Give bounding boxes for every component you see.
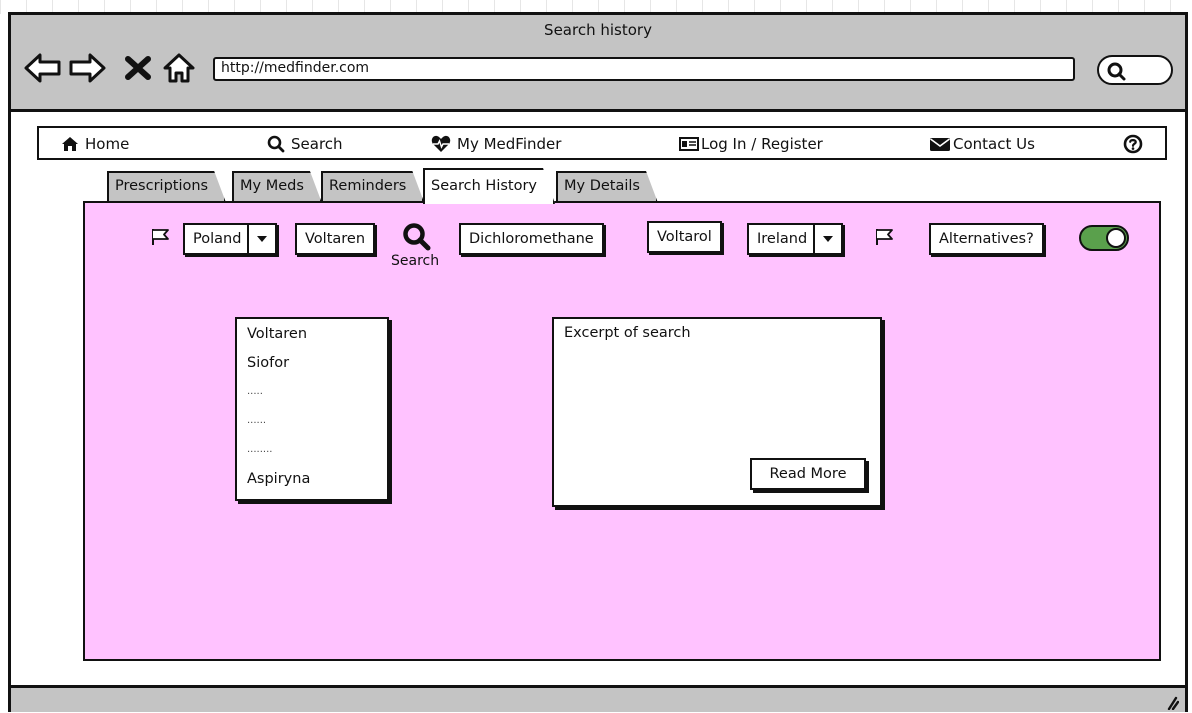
list-item[interactable]: Siofor — [247, 352, 377, 381]
browser-titlebar: Search history http://medfinder.com — [11, 15, 1185, 112]
alternatives-button[interactable]: Alternatives? — [929, 223, 1044, 255]
list-item[interactable]: Aspiryna — [247, 468, 377, 497]
from-drug-field[interactable]: Voltaren — [295, 223, 376, 255]
search-history-panel: Poland Voltaren Search Dichloromethane V… — [83, 201, 1161, 661]
nav-contact-us-label: Contact Us — [953, 135, 1035, 153]
stop-x-icon[interactable] — [123, 51, 153, 85]
flag-icon — [151, 228, 171, 246]
home-outline-icon[interactable] — [161, 51, 197, 85]
chevron-down-icon — [247, 225, 275, 253]
list-item[interactable]: ...... — [247, 410, 377, 439]
search-history-list: Voltaren Siofor ..... ...... ........ As… — [235, 317, 389, 501]
nav-my-medfinder[interactable]: My MedFinder — [431, 133, 561, 155]
search-excerpt-panel: Excerpt of search Read More — [552, 317, 882, 507]
tab-my-details[interactable]: My Details — [556, 171, 658, 203]
id-card-icon — [679, 137, 699, 151]
excerpt-text: Excerpt of search — [564, 325, 691, 341]
from-country-select[interactable]: Poland — [183, 223, 277, 255]
envelope-icon — [930, 138, 950, 151]
help-circle-icon — [1123, 134, 1143, 154]
search-button-label: Search — [391, 253, 440, 269]
heartbeat-icon — [431, 135, 451, 152]
nav-my-medfinder-label: My MedFinder — [457, 135, 562, 153]
home-icon — [62, 137, 78, 151]
tab-search-history[interactable]: Search History — [423, 168, 555, 204]
list-item[interactable]: ..... — [247, 381, 377, 410]
read-more-button[interactable]: Read More — [750, 458, 866, 490]
browser-window: Search history http://medfinder.com Home… — [8, 12, 1188, 712]
nav-login-register-label: Log In / Register — [701, 135, 823, 153]
active-ingredient-field[interactable]: Dichloromethane — [459, 223, 604, 255]
forward-arrow-icon[interactable] — [67, 51, 107, 85]
to-drug-field[interactable]: Voltarol — [647, 221, 722, 253]
to-country-value: Ireland — [757, 231, 808, 247]
nav-search-label: Search — [291, 135, 343, 153]
window-title: Search history — [544, 21, 652, 39]
nav-login-register[interactable]: Log In / Register — [679, 133, 823, 155]
browser-search-input[interactable] — [1097, 55, 1173, 85]
search-icon — [267, 135, 285, 153]
search-button[interactable]: Search — [391, 219, 451, 275]
from-country-value: Poland — [193, 231, 242, 247]
tab-my-meds[interactable]: My Meds — [232, 171, 322, 203]
resize-grip-icon[interactable] — [1163, 694, 1179, 710]
list-item[interactable]: ........ — [247, 439, 377, 468]
site-nav-bar: Home Search My MedFinder Log In / Regist… — [37, 126, 1167, 160]
toggle-knob — [1106, 228, 1126, 248]
to-country-select[interactable]: Ireland — [747, 223, 843, 255]
nav-search[interactable]: Search — [267, 133, 343, 155]
url-input[interactable]: http://medfinder.com — [213, 57, 1075, 81]
chevron-down-icon — [813, 225, 841, 253]
nav-contact-us[interactable]: Contact Us — [929, 133, 1035, 155]
flag-icon — [875, 228, 895, 246]
tab-prescriptions[interactable]: Prescriptions — [107, 171, 226, 203]
search-icon — [1107, 62, 1126, 81]
alternatives-toggle[interactable] — [1079, 225, 1129, 251]
back-arrow-icon[interactable] — [23, 51, 63, 85]
nav-home[interactable]: Home — [61, 133, 129, 155]
help-button[interactable] — [1123, 133, 1143, 155]
nav-home-label: Home — [85, 135, 130, 153]
tab-reminders[interactable]: Reminders — [321, 171, 424, 203]
list-item[interactable]: Voltaren — [247, 323, 377, 352]
browser-status-bar — [11, 685, 1185, 712]
search-icon — [403, 223, 431, 251]
